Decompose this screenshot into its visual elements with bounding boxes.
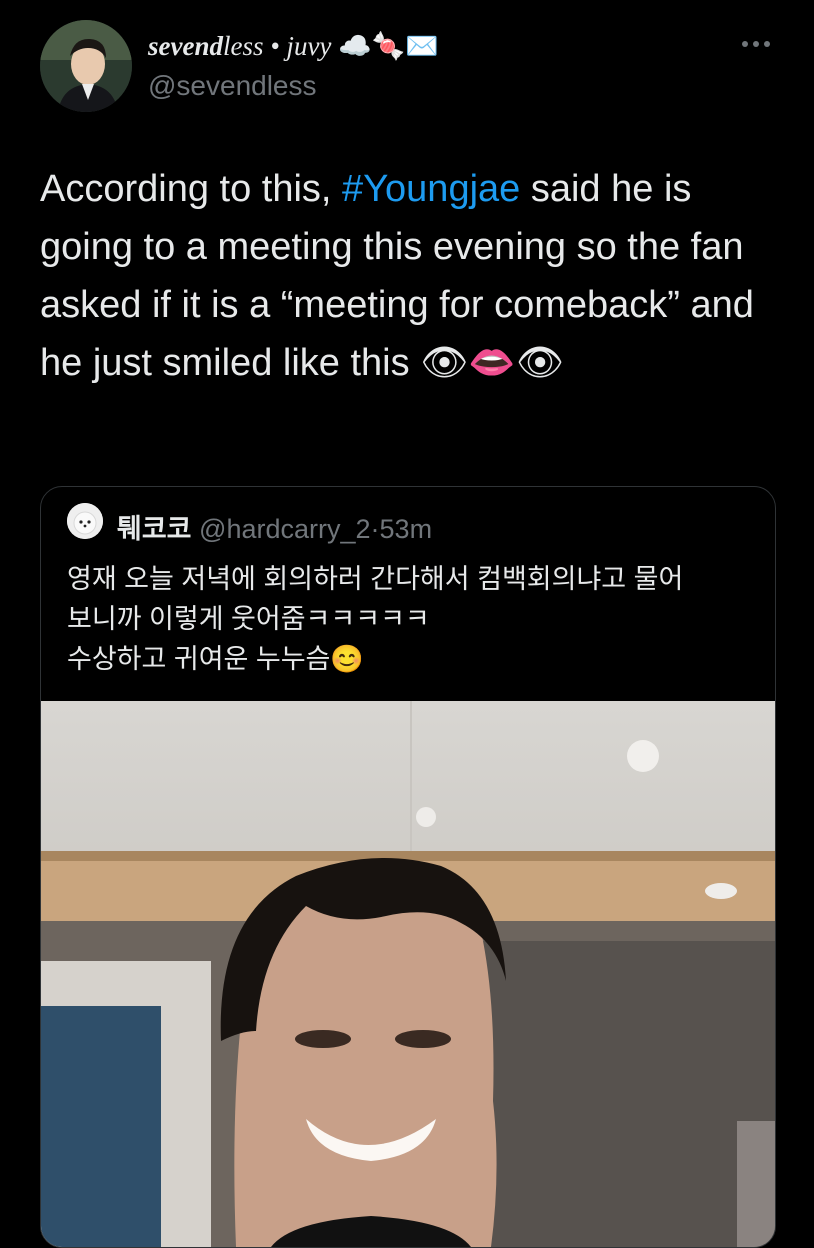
- quoted-timestamp: 53m: [379, 514, 433, 544]
- author-name-bold: sevend: [148, 31, 223, 61]
- quoted-tweet-card[interactable]: 퉤코코 @hardcarry_2·53m 영재 오늘 저녁에 회의하러 간다해서…: [40, 486, 776, 1248]
- quoted-text-line: 보니까 이렇게 웃어줌ㅋㅋㅋㅋㅋ: [67, 604, 430, 634]
- author-name-rest: less • juvy: [222, 31, 332, 61]
- quoted-author-handle: @hardcarry_2: [199, 514, 371, 544]
- author-handle[interactable]: @sevendless: [148, 70, 317, 102]
- author-name-emoji: ☁️🍬✉️: [338, 31, 440, 61]
- quoted-author-avatar: [67, 503, 103, 539]
- quoted-text-line: 영재 오늘 저녁에 회의하러 간다해서 컴백회의냐고 물어: [67, 564, 684, 594]
- quoted-media-photo[interactable]: [41, 701, 775, 1247]
- author-avatar[interactable]: [40, 20, 132, 112]
- quoted-header: 퉤코코 @hardcarry_2·53m: [117, 507, 432, 546]
- quoted-tweet-text: 영재 오늘 저녁에 회의하러 간다해서 컴백회의냐고 물어 보니까 이렇게 웃어…: [67, 559, 767, 679]
- tweet-text: According to this, #Youngjae said he is …: [40, 160, 780, 392]
- quoted-text-line: 수상하고 귀여운 누누슴😊: [67, 644, 365, 674]
- author-display-name[interactable]: sevendless • juvy ☁️🍬✉️: [148, 30, 439, 62]
- quoted-separator: ·: [370, 514, 380, 544]
- more-options-icon[interactable]: [742, 36, 774, 52]
- tweet-text-before: According to this,: [40, 168, 343, 210]
- quoted-author-name: 퉤코코: [117, 514, 192, 544]
- hashtag-link[interactable]: #Youngjae: [342, 168, 520, 210]
